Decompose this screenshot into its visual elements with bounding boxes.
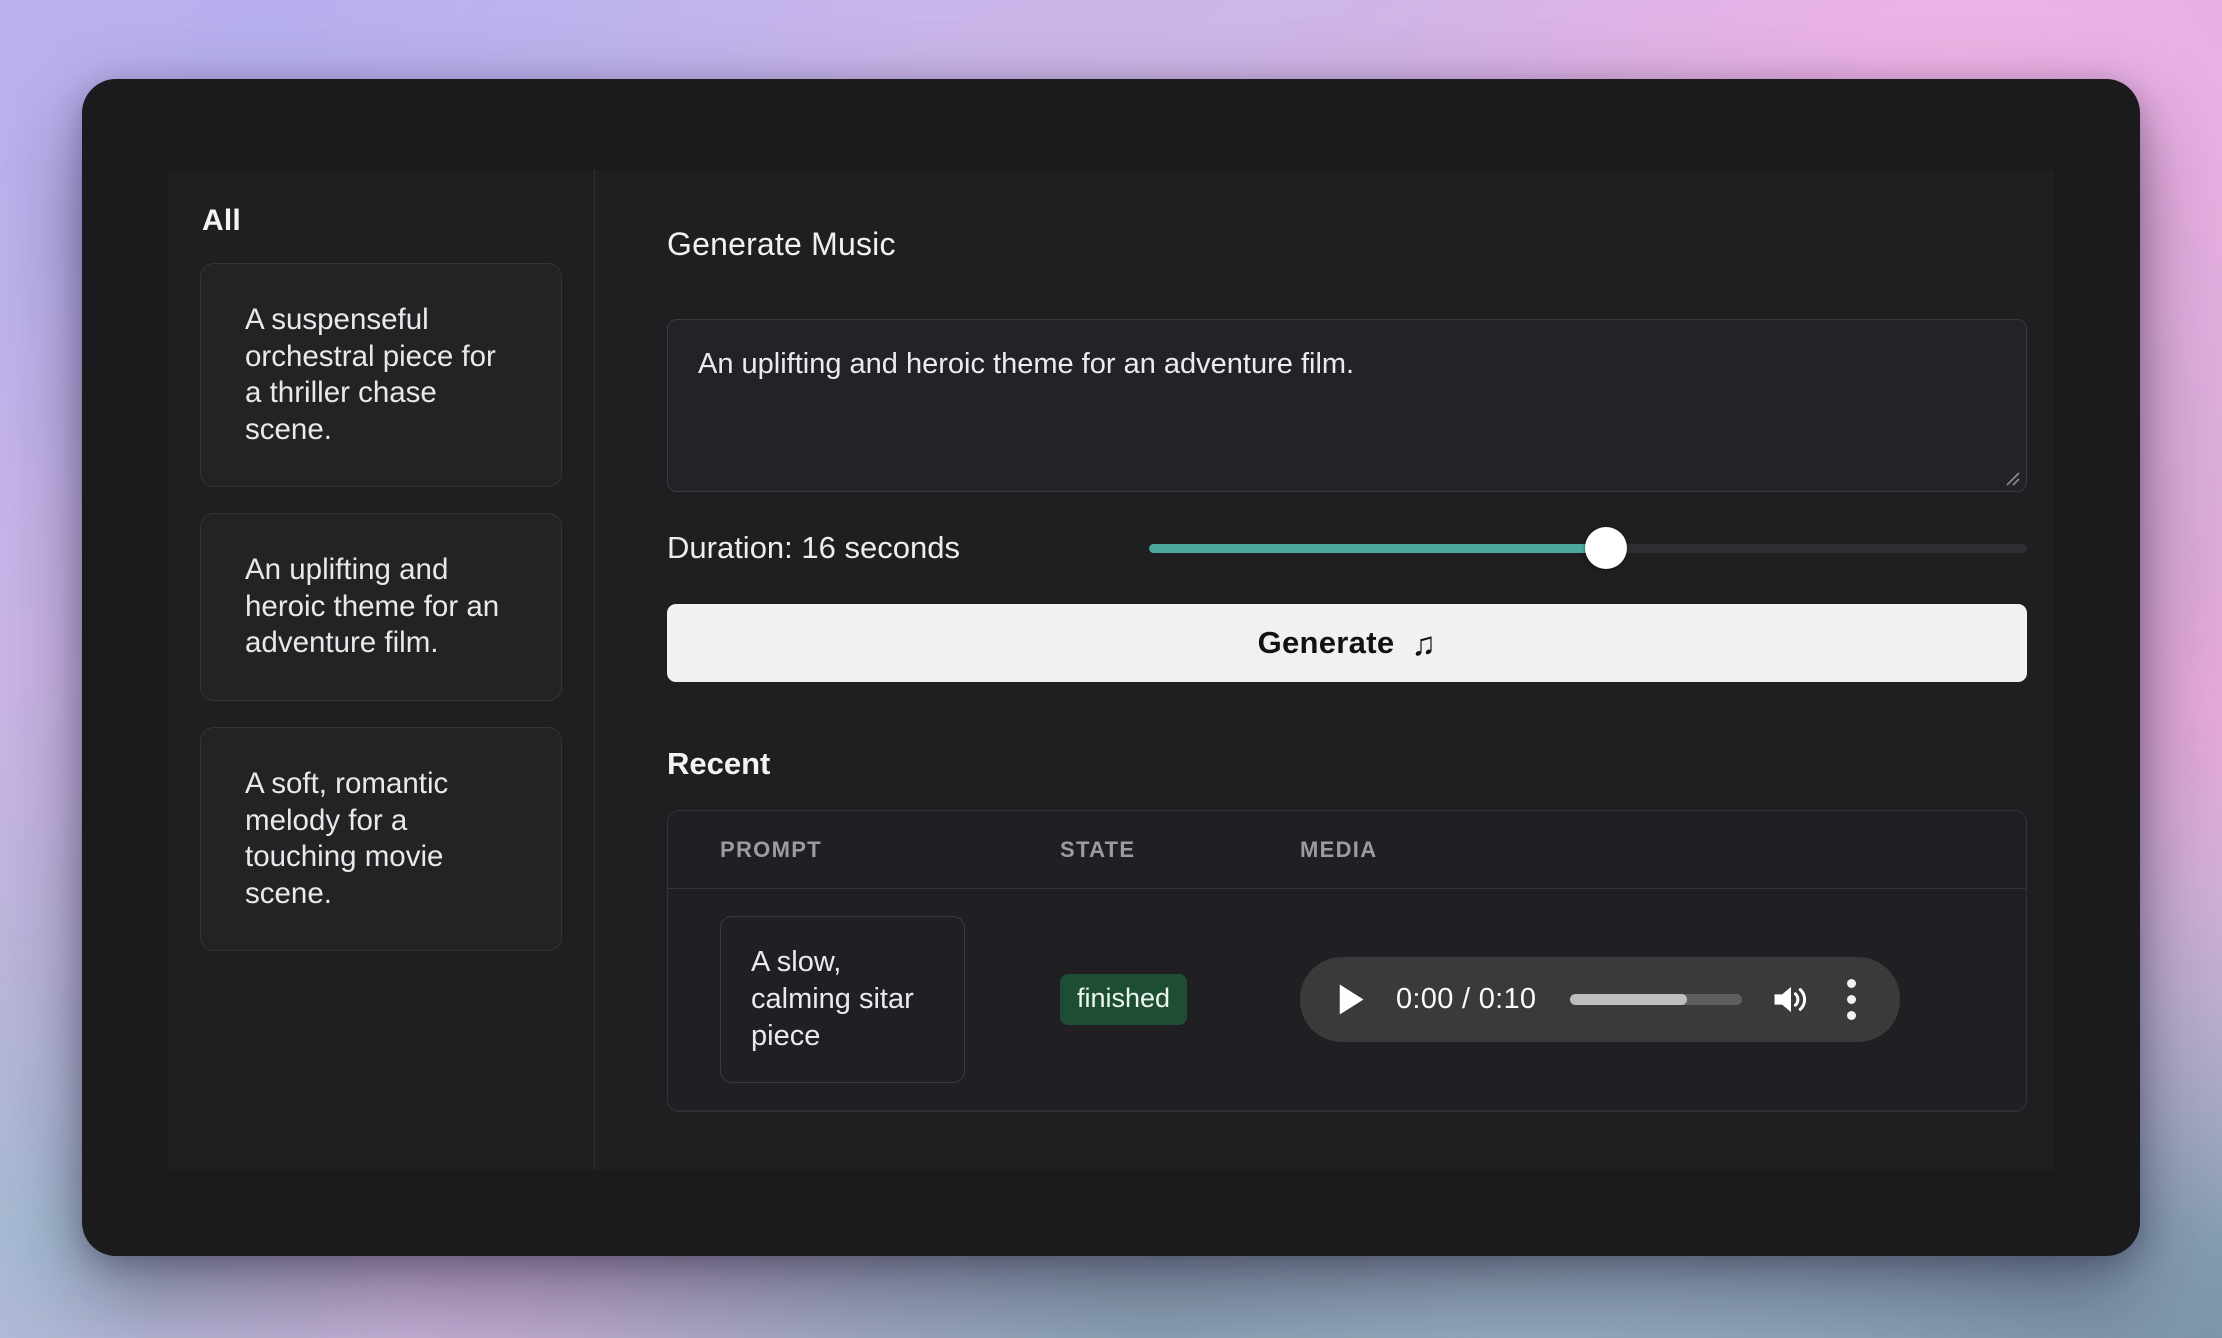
menu-dot: [1846, 995, 1856, 1004]
duration-slider-fill: [1149, 543, 1606, 553]
generate-button[interactable]: Generate ♫: [667, 604, 2027, 682]
main-content: Generate Music Duration: 16 seconds Gene…: [595, 170, 2054, 1170]
volume-slider[interactable]: [1570, 994, 1742, 1005]
row-prompt-box[interactable]: A slow, calming sitar piece: [720, 916, 965, 1083]
sidebar-title: All: [202, 204, 241, 237]
sidebar-prompt-text: A soft, romantic melody for a touching m…: [245, 767, 449, 910]
duration-slider-thumb[interactable]: [1584, 527, 1627, 569]
prompt-field-wrapper: [667, 319, 2027, 492]
sidebar: All A suspenseful orchestral piece for a…: [168, 170, 595, 1170]
column-header-state: STATE: [1060, 836, 1136, 862]
music-note-icon: ♫: [1411, 624, 1437, 662]
volume-slider-fill: [1570, 994, 1688, 1005]
sidebar-prompt-card[interactable]: A suspenseful orchestral piece for a thr…: [200, 263, 562, 488]
cell-media: 0:00 / 0:10: [1300, 957, 2026, 1042]
recent-section-title: Recent: [667, 746, 771, 781]
menu-dot: [1846, 1011, 1856, 1020]
audio-player: 0:00 / 0:10: [1300, 957, 1900, 1042]
duration-slider[interactable]: [1149, 527, 2027, 569]
play-button[interactable]: [1336, 981, 1370, 1019]
sidebar-prompt-text: An uplifting and heroic theme for an adv…: [245, 553, 500, 660]
app-panel: All A suspenseful orchestral piece for a…: [168, 170, 2054, 1170]
column-header-prompt: PROMPT: [720, 836, 822, 862]
recent-table: PROMPT STATE MEDIA A slow, calming sitar…: [667, 810, 2027, 1112]
duration-label: Duration: 16 seconds: [667, 530, 960, 565]
sidebar-prompt-text: A suspenseful orchestral piece for a thr…: [245, 303, 496, 446]
column-header-media: MEDIA: [1300, 836, 1378, 862]
status-badge: finished: [1060, 974, 1188, 1025]
menu-dot: [1846, 979, 1856, 988]
play-icon: [1339, 984, 1364, 1015]
row-prompt-text: A slow, calming sitar piece: [751, 946, 914, 1052]
sidebar-prompt-card[interactable]: An uplifting and heroic theme for an adv…: [200, 513, 562, 702]
volume-icon[interactable]: [1772, 983, 1810, 1016]
sidebar-prompt-card[interactable]: A soft, romantic melody for a touching m…: [200, 727, 562, 952]
duration-control: Duration: 16 seconds: [667, 527, 2027, 569]
audio-time-display: 0:00 / 0:10: [1396, 983, 1537, 1015]
speaker-wave-icon: [1774, 986, 1807, 1013]
table-header-row: PROMPT STATE MEDIA: [668, 811, 2026, 889]
app-window: All A suspenseful orchestral piece for a…: [82, 79, 2140, 1256]
table-row: A slow, calming sitar piece finished 0:0…: [668, 889, 2026, 1111]
prompt-input[interactable]: [667, 319, 2027, 492]
page-title: Generate Music: [667, 226, 896, 262]
generate-button-label: Generate: [1257, 625, 1395, 660]
cell-state: finished: [1060, 974, 1300, 1025]
cell-prompt: A slow, calming sitar piece: [668, 916, 1060, 1083]
audio-overflow-menu-icon[interactable]: [1836, 979, 1866, 1020]
